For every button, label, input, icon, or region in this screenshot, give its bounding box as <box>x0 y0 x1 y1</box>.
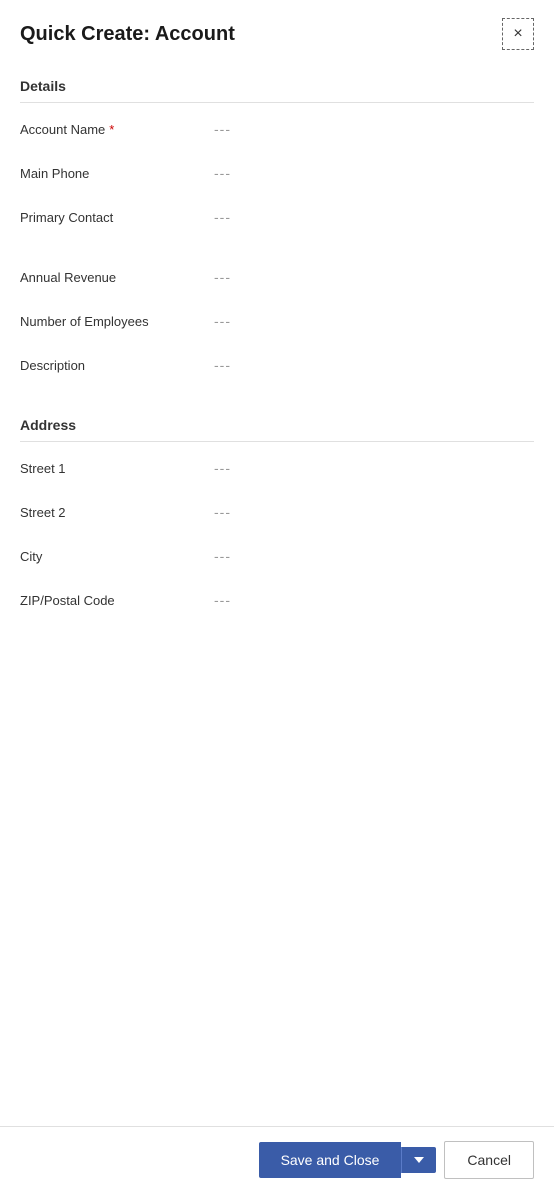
field-row-number-of-employees[interactable]: Number of Employees --- <box>20 299 534 343</box>
number-of-employees-label: Number of Employees <box>20 314 210 329</box>
number-of-employees-value[interactable]: --- <box>210 311 534 331</box>
close-button[interactable]: × <box>502 18 534 50</box>
save-close-dropdown-button[interactable] <box>401 1147 436 1173</box>
field-row-street2[interactable]: Street 2 --- <box>20 490 534 534</box>
field-row-zip-postal-code[interactable]: ZIP/Postal Code --- <box>20 578 534 622</box>
annual-revenue-label: Annual Revenue <box>20 270 210 285</box>
field-row-primary-contact[interactable]: Primary Contact --- <box>20 195 534 239</box>
field-row-street1[interactable]: Street 1 --- <box>20 446 534 490</box>
primary-contact-value[interactable]: --- <box>210 207 534 227</box>
account-name-value[interactable]: --- <box>210 119 534 139</box>
primary-contact-label: Primary Contact <box>20 210 210 225</box>
required-star: * <box>109 122 114 137</box>
panel-header: Quick Create: Account × <box>0 0 554 64</box>
address-section-header: Address <box>20 403 534 442</box>
spacer2 <box>20 387 534 403</box>
description-label: Description <box>20 358 210 373</box>
city-label: City <box>20 549 210 564</box>
save-close-button[interactable]: Save and Close <box>259 1142 402 1178</box>
city-value[interactable]: --- <box>210 546 534 566</box>
street2-label: Street 2 <box>20 505 210 520</box>
account-name-label: Account Name * <box>20 122 210 137</box>
street1-label: Street 1 <box>20 461 210 476</box>
main-phone-label: Main Phone <box>20 166 210 181</box>
panel-footer: Save and Close Cancel <box>0 1126 554 1193</box>
zip-postal-code-label: ZIP/Postal Code <box>20 593 210 608</box>
chevron-down-icon <box>414 1157 424 1163</box>
details-section-header: Details <box>20 64 534 103</box>
zip-postal-code-value[interactable]: --- <box>210 590 534 610</box>
field-row-city[interactable]: City --- <box>20 534 534 578</box>
field-row-annual-revenue[interactable]: Annual Revenue --- <box>20 255 534 299</box>
panel-content: Details Account Name * --- Main Phone --… <box>0 64 554 1126</box>
cancel-button[interactable]: Cancel <box>444 1141 534 1179</box>
field-row-description[interactable]: Description --- <box>20 343 534 387</box>
panel-title: Quick Create: Account <box>20 23 235 46</box>
street2-value[interactable]: --- <box>210 502 534 522</box>
description-value[interactable]: --- <box>210 355 534 375</box>
quick-create-panel: Quick Create: Account × Details Account … <box>0 0 554 1193</box>
close-icon: × <box>513 25 522 43</box>
spacer <box>20 239 534 255</box>
annual-revenue-value[interactable]: --- <box>210 267 534 287</box>
street1-value[interactable]: --- <box>210 458 534 478</box>
field-row-main-phone[interactable]: Main Phone --- <box>20 151 534 195</box>
main-phone-value[interactable]: --- <box>210 163 534 183</box>
field-row-account-name[interactable]: Account Name * --- <box>20 107 534 151</box>
